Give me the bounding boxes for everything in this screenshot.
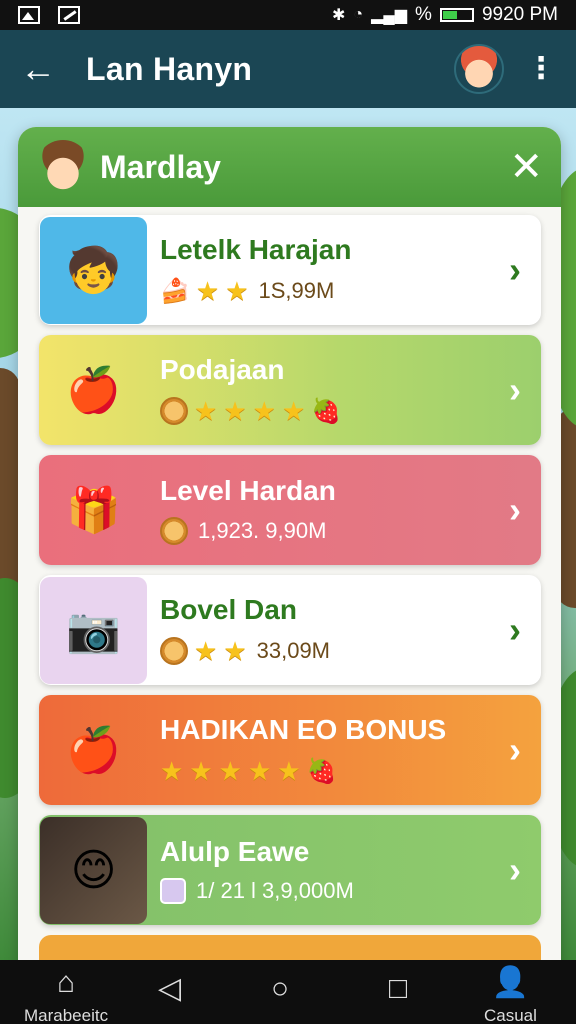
item-value: 1S,99M (258, 278, 335, 303)
cake-icon: 🍰 (160, 277, 190, 305)
battery-icon (439, 8, 474, 22)
chevron-right-icon: › (509, 729, 521, 770)
coin-icon (160, 637, 188, 665)
panel-title: Mardlay (100, 148, 221, 185)
chevron-right-icon: › (509, 609, 521, 650)
star-icon: ★ (223, 395, 247, 426)
list-item[interactable]: 🍎 Podajaan ★ ★ ★ ★ 🍓 › (39, 335, 541, 445)
avatar[interactable] (454, 44, 504, 94)
star-icon: ★ (252, 395, 276, 426)
profile-photo-thumbnail: 😊 (40, 816, 147, 924)
star-icon: ★ (247, 755, 272, 786)
nav-profile[interactable]: 👤 Casual (484, 966, 537, 1024)
nav-recents[interactable]: □ (389, 972, 407, 1006)
item-value: 1,923. 9,90M (198, 518, 327, 543)
character-thumbnail: 🍎 (66, 366, 121, 415)
item-title: Bovel Dan (160, 593, 297, 625)
more-options-icon[interactable]: ⋮ (526, 54, 556, 84)
page-title: Lan Hanyn (86, 50, 253, 87)
status-bar: ✱ ◔ ▂▄▆ % 9920 PM (0, 0, 576, 30)
strawberry-icon: 🍓 (311, 397, 342, 425)
chevron-right-icon: › (509, 849, 521, 890)
item-value: 33,09M (256, 638, 331, 663)
item-title: HADIKAN EO BONUS (160, 713, 447, 745)
list-item[interactable]: 📷 Bovel Dan ★ ★ 33,09M › (39, 575, 541, 685)
character-thumbnail: 🧒 (40, 216, 147, 324)
signal-icon: ▂▄▆ (371, 7, 408, 24)
wifi-icon: ◔ (353, 6, 364, 23)
star-icon: ★ (194, 395, 218, 426)
star-icon: ★ (225, 275, 249, 306)
home-icon: ⌂ (56, 966, 76, 999)
item-title: Level Hardan (160, 475, 336, 506)
circle-home-icon: ○ (271, 972, 290, 1005)
star-icon: ★ (223, 635, 247, 666)
chevron-right-icon: › (509, 369, 521, 410)
camera-thumbnail: 📷 (40, 576, 147, 684)
strawberry-icon: 🍓 (306, 757, 337, 785)
gallery-notification-icon (18, 6, 40, 24)
back-arrow-icon[interactable]: ← (20, 51, 60, 87)
item-title: Podajaan (160, 353, 285, 385)
close-icon[interactable]: ✕ (509, 147, 543, 187)
star-icon: ★ (194, 635, 218, 666)
level-panel: Mardlay ✕ 🧒 Letelk Harajan 🍰 ★ ★ 1S,99M … (18, 127, 561, 1007)
panel-header: Mardlay ✕ (18, 127, 561, 207)
nav-home-label: Marabeeitc (24, 1006, 109, 1024)
item-title: Alulp Eawe (160, 836, 310, 867)
battery-text: % (415, 4, 432, 25)
nav-profile-label: Casual (484, 1006, 537, 1024)
bonus-thumbnail: 🍎 (66, 726, 121, 775)
clock: 9920 PM (481, 4, 558, 25)
mascot-avatar (36, 140, 90, 194)
bottom-navigation: ⌂ Marabeeitc ◁ ○ □ 👤 Casual (0, 960, 576, 1024)
bluetooth-icon: ✱ (332, 7, 346, 24)
level-list: 🧒 Letelk Harajan 🍰 ★ ★ 1S,99M › 🍎 Podaja… (39, 215, 541, 965)
star-icon: ★ (195, 275, 220, 306)
app-bar: ← Lan Hanyn ⋮ (0, 30, 576, 108)
star-icon: ★ (218, 755, 242, 786)
candy-box-thumbnail: 🎁 (66, 486, 121, 535)
list-item[interactable]: 🍎 HADIKAN EO BONUS ★ ★ ★ ★ ★ 🍓 › (39, 695, 541, 805)
list-item[interactable]: 🎁 Level Hardan 1,923. 9,90M › (39, 455, 541, 565)
nav-home-circle[interactable]: ○ (271, 972, 289, 1006)
square-recents-icon: □ (389, 972, 408, 1005)
item-title: Letelk Harajan (160, 233, 352, 265)
item-value: 1/ 21 l 3,9,000M (196, 878, 354, 903)
user-icon: 👤 (491, 966, 530, 999)
bag-icon (160, 878, 186, 904)
coin-icon (160, 517, 188, 545)
star-icon: ★ (189, 755, 213, 786)
nav-home[interactable]: ⌂ Marabeeitc (24, 966, 108, 1024)
chevron-right-icon: › (509, 489, 521, 530)
chevron-right-icon: › (509, 249, 521, 290)
coin-icon (160, 397, 188, 425)
star-icon: ★ (160, 755, 184, 786)
chart-notification-icon (58, 6, 80, 24)
nav-back[interactable]: ◁ (158, 972, 181, 1006)
star-icon: ★ (281, 395, 306, 426)
triangle-back-icon: ◁ (158, 972, 182, 1005)
star-icon: ★ (277, 755, 301, 786)
list-item[interactable]: 🧒 Letelk Harajan 🍰 ★ ★ 1S,99M › (39, 215, 541, 325)
list-item[interactable]: 😊 Alulp Eawe 1/ 21 l 3,9,000M › (39, 815, 541, 925)
